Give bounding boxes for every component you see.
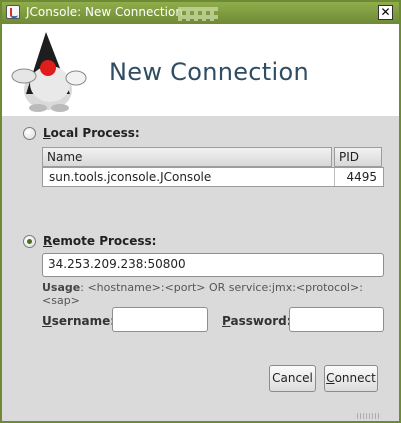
- local-process-label[interactable]: Local Process:: [43, 126, 140, 140]
- title-bar[interactable]: JConsole: New Connection ✕: [2, 2, 399, 24]
- process-pid-cell[interactable]: 4495: [336, 169, 381, 186]
- column-header-name[interactable]: Name: [42, 147, 332, 167]
- process-table: sun.tools.jconsole.JConsole 4495: [42, 167, 384, 187]
- duke-mascot-icon: [11, 32, 87, 112]
- usage-hint: Usage: <hostname>:<port> OR service:jmx:…: [42, 281, 363, 307]
- connection-dialog: JConsole: New Connection ✕ New Connectio…: [0, 0, 401, 423]
- password-label: Password:: [222, 314, 292, 328]
- window-title: JConsole: New Connection: [26, 5, 183, 19]
- header-title: New Connection: [109, 58, 309, 86]
- java-app-icon: [6, 5, 20, 19]
- column-divider: [334, 168, 335, 186]
- process-name-cell[interactable]: sun.tools.jconsole.JConsole: [45, 169, 333, 186]
- dialog-header: New Connection: [2, 24, 399, 116]
- close-icon[interactable]: ✕: [378, 5, 393, 20]
- connect-button[interactable]: Connect: [324, 365, 378, 392]
- titlebar-decoration: [178, 7, 218, 21]
- remote-address-input[interactable]: 34.253.209.238:50800: [42, 253, 384, 277]
- username-input[interactable]: [112, 307, 208, 332]
- local-process-radio[interactable]: [23, 127, 36, 140]
- column-header-pid[interactable]: PID: [334, 147, 382, 167]
- remote-process-label[interactable]: Remote Process:: [43, 234, 156, 248]
- cancel-button[interactable]: Cancel: [269, 365, 316, 392]
- password-input[interactable]: [289, 307, 384, 332]
- username-label: Username:: [42, 314, 116, 328]
- process-table-header: Name PID: [42, 147, 384, 167]
- remote-process-radio[interactable]: [23, 235, 36, 248]
- resize-grip[interactable]: [357, 413, 381, 419]
